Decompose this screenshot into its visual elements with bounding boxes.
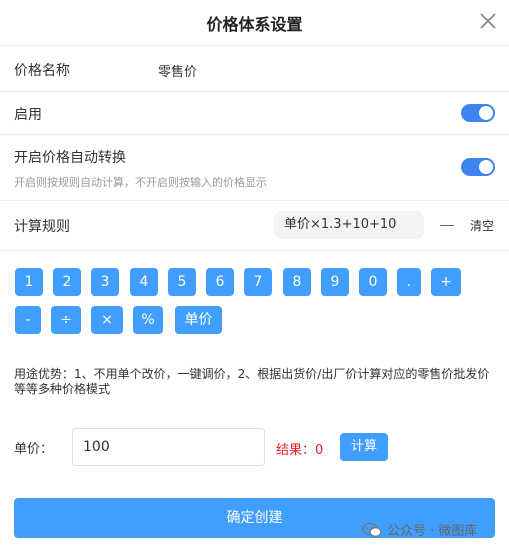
- key-5[interactable]: 5: [168, 268, 196, 296]
- unit-price-input[interactable]: [72, 428, 265, 466]
- key-percent[interactable]: %: [133, 306, 163, 334]
- key-unit-price[interactable]: 单价: [175, 306, 222, 334]
- dialog-header: 价格体系设置: [0, 0, 509, 46]
- auto-convert-hint: 开启则按规则自动计算，不开启则按输入的价格显示: [14, 176, 267, 189]
- dialog-title: 价格体系设置: [206, 15, 303, 34]
- auto-convert-row: 开启价格自动转换 开启则按规则自动计算，不开启则按输入的价格显示: [0, 135, 509, 201]
- key-plus[interactable]: +: [431, 268, 461, 296]
- key-divide[interactable]: ÷: [51, 306, 81, 334]
- rule-row: 计算规则: [0, 201, 509, 251]
- enable-toggle[interactable]: [461, 104, 495, 122]
- clear-button[interactable]: 清空: [470, 217, 494, 234]
- price-name-value[interactable]: 零售价: [158, 61, 197, 80]
- toggle-knob: [479, 160, 493, 174]
- key-1[interactable]: 1: [15, 268, 43, 296]
- toggle-knob: [479, 106, 493, 120]
- watermark: 公众号 · 微图库: [362, 520, 477, 539]
- usage-note: 用途优势：1、不用单个改价，一键调价，2、根据出货价/出厂价计算对应的零售价批发…: [14, 367, 490, 396]
- enable-label: 启用: [14, 107, 42, 123]
- key-7[interactable]: 7: [244, 268, 272, 296]
- key-minus[interactable]: -: [15, 306, 41, 334]
- wechat-icon: [362, 522, 382, 537]
- watermark-text: 公众号 · 微图库: [387, 524, 478, 539]
- key-multiply[interactable]: ×: [91, 306, 123, 334]
- key-dot[interactable]: .: [397, 268, 421, 296]
- key-9[interactable]: 9: [321, 268, 349, 296]
- key-3[interactable]: 3: [91, 268, 119, 296]
- calculate-button[interactable]: 计算: [340, 433, 388, 461]
- backspace-dash[interactable]: [440, 225, 454, 226]
- enable-row: 启用: [0, 92, 509, 135]
- formula-display[interactable]: 单价×1.3+10+10: [274, 211, 424, 239]
- unit-price-label: 单价：: [14, 442, 54, 457]
- price-name-row: 价格名称 零售价: [0, 47, 509, 92]
- key-0[interactable]: 0: [359, 268, 387, 296]
- price-name-label: 价格名称: [14, 63, 70, 79]
- auto-convert-label: 开启价格自动转换: [14, 150, 126, 166]
- result-text: 结果：0: [276, 443, 324, 458]
- close-icon[interactable]: [476, 9, 500, 33]
- key-2[interactable]: 2: [53, 268, 81, 296]
- auto-convert-toggle[interactable]: [461, 158, 495, 176]
- key-8[interactable]: 8: [283, 268, 311, 296]
- rule-label: 计算规则: [14, 219, 70, 235]
- key-6[interactable]: 6: [206, 268, 234, 296]
- key-4[interactable]: 4: [130, 268, 158, 296]
